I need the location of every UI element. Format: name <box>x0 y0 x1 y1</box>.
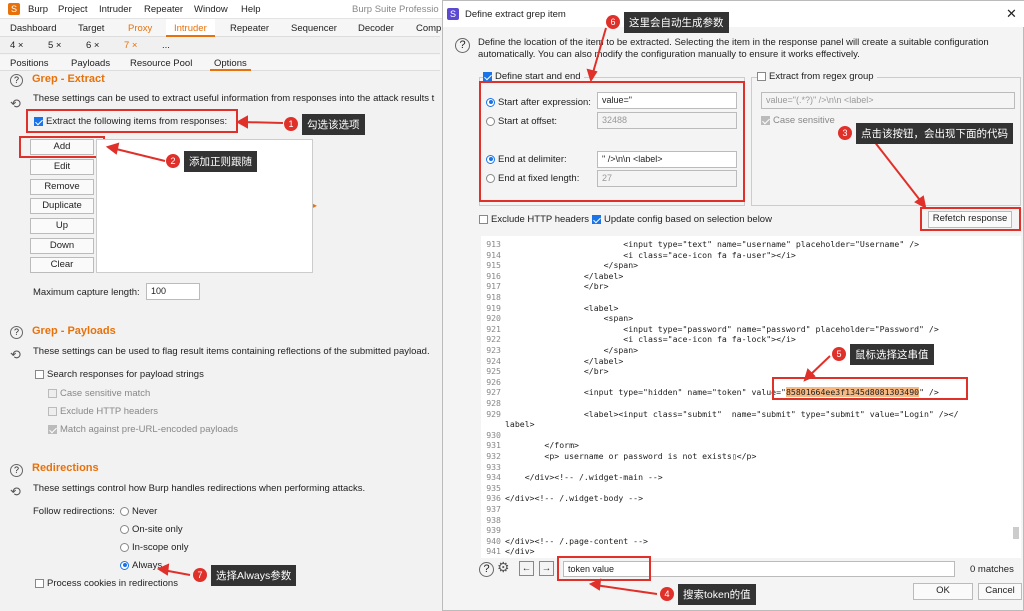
badge-7: 7 <box>193 568 207 582</box>
badge-6: 6 <box>606 15 620 29</box>
badge-4: 4 <box>660 587 674 601</box>
note-2: 添加正则跟随 <box>184 151 257 172</box>
badge-3: 3 <box>838 126 852 140</box>
note-4: 搜索token的值 <box>678 584 756 605</box>
note-6: 这里会自动生成参数 <box>624 12 729 33</box>
note-1: 勾选该选项 <box>302 114 365 135</box>
badge-2: 2 <box>166 154 180 168</box>
annotation-arrows <box>105 27 927 595</box>
note-3: 点击该按钮，会出现下面的代码 <box>856 123 1013 144</box>
note-5: 鼠标选择这串值 <box>850 344 934 365</box>
badge-1: 1 <box>284 117 298 131</box>
note-7: 选择Always参数 <box>211 565 297 586</box>
badge-5: 5 <box>832 347 846 361</box>
